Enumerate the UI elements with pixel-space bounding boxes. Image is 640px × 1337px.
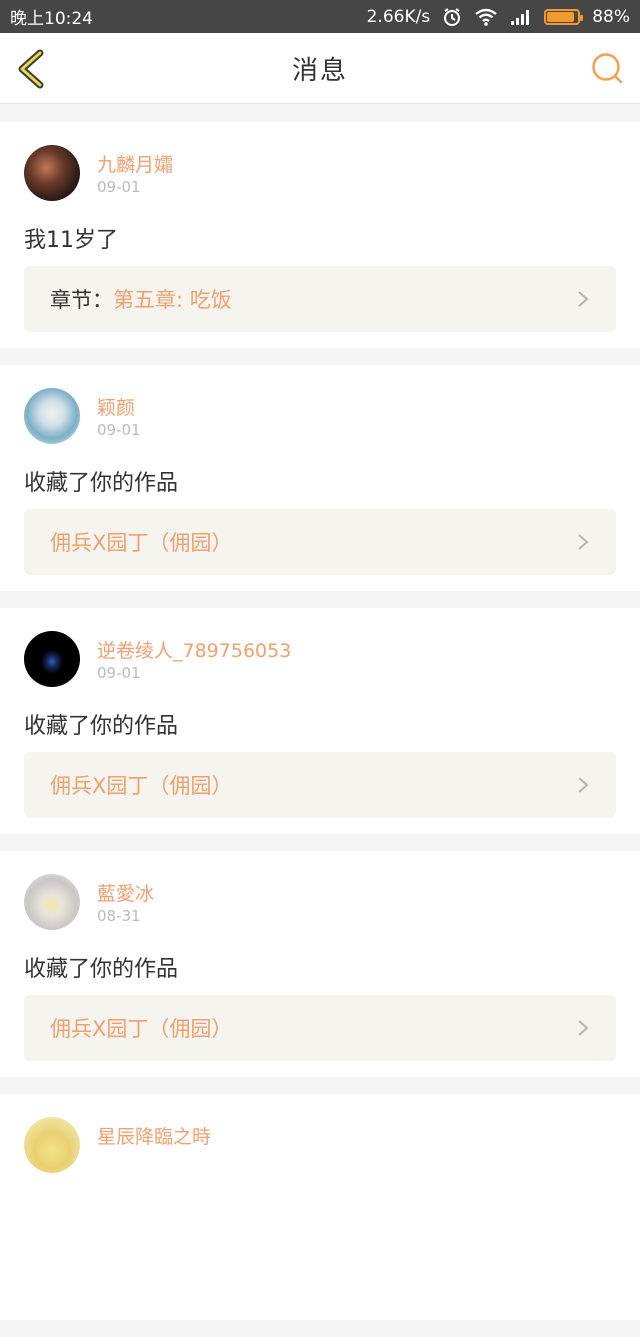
message-username[interactable]: 星辰降臨之時 bbox=[97, 1122, 211, 1149]
wifi-icon bbox=[475, 8, 497, 26]
message-link[interactable]: 佣兵X园丁（佣园） bbox=[24, 995, 616, 1061]
avatar[interactable] bbox=[24, 145, 80, 201]
message-link[interactable]: 佣兵X园丁（佣园） bbox=[24, 752, 616, 818]
message-date: 09-01 bbox=[97, 178, 141, 196]
message-card: 藍愛冰 08-31 收藏了你的作品 佣兵X园丁（佣园） bbox=[0, 851, 640, 1077]
signal-icon bbox=[511, 9, 530, 25]
link-target: 佣兵X园丁（佣园） bbox=[50, 1017, 233, 1041]
message-username[interactable]: 藍愛冰 bbox=[97, 879, 154, 906]
chevron-left-icon[interactable] bbox=[14, 49, 48, 89]
message-text: 收藏了你的作品 bbox=[24, 714, 179, 739]
message-username[interactable]: 九麟月孀 bbox=[97, 150, 173, 177]
alarm-icon bbox=[444, 7, 461, 26]
message-text: 我11岁了 bbox=[24, 228, 118, 253]
message-card: 逆卷绫人_789756053 09-01 收藏了你的作品 佣兵X园丁（佣园） bbox=[0, 608, 640, 834]
nav-bar: 消息 bbox=[0, 33, 640, 104]
link-target: 佣兵X园丁（佣园） bbox=[50, 531, 233, 555]
message-link[interactable]: 章节： 第五章: 吃饭 bbox=[24, 266, 616, 332]
link-prefix: 章节： bbox=[50, 288, 113, 312]
message-text: 收藏了你的作品 bbox=[24, 957, 179, 982]
message-card: 星辰降臨之時 bbox=[0, 1094, 640, 1320]
message-text: 收藏了你的作品 bbox=[24, 471, 179, 496]
message-username[interactable]: 颖颜 bbox=[97, 393, 135, 420]
search-icon[interactable] bbox=[590, 51, 624, 85]
message-link[interactable]: 佣兵X园丁（佣园） bbox=[24, 509, 616, 575]
battery-icon bbox=[544, 8, 584, 25]
link-target: 佣兵X园丁（佣园） bbox=[50, 774, 233, 798]
network-speed: 2.66K/s bbox=[366, 6, 431, 27]
chevron-right-icon bbox=[578, 534, 589, 550]
message-list: 九麟月孀 09-01 我11岁了 章节： 第五章: 吃饭 颖颜 09-01 收藏… bbox=[0, 122, 640, 1337]
avatar[interactable] bbox=[24, 631, 80, 687]
message-card: 九麟月孀 09-01 我11岁了 章节： 第五章: 吃饭 bbox=[0, 122, 640, 348]
status-bar: 晚上10:24 2.66K/s 88% bbox=[0, 0, 640, 33]
avatar[interactable] bbox=[24, 388, 80, 444]
avatar[interactable] bbox=[24, 1117, 80, 1173]
chevron-right-icon bbox=[578, 1020, 589, 1036]
message-card: 颖颜 09-01 收藏了你的作品 佣兵X园丁（佣园） bbox=[0, 365, 640, 591]
message-date: 08-31 bbox=[97, 907, 141, 925]
message-username[interactable]: 逆卷绫人_789756053 bbox=[97, 636, 291, 663]
avatar[interactable] bbox=[24, 874, 80, 930]
message-date: 09-01 bbox=[97, 664, 141, 682]
message-date: 09-01 bbox=[97, 421, 141, 439]
chevron-right-icon bbox=[578, 291, 589, 307]
page-title: 消息 bbox=[291, 55, 348, 86]
battery-percent: 88% bbox=[592, 6, 630, 27]
link-target: 第五章: 吃饭 bbox=[113, 288, 232, 312]
status-time: 晚上10:24 bbox=[10, 9, 93, 29]
chevron-right-icon bbox=[578, 777, 589, 793]
